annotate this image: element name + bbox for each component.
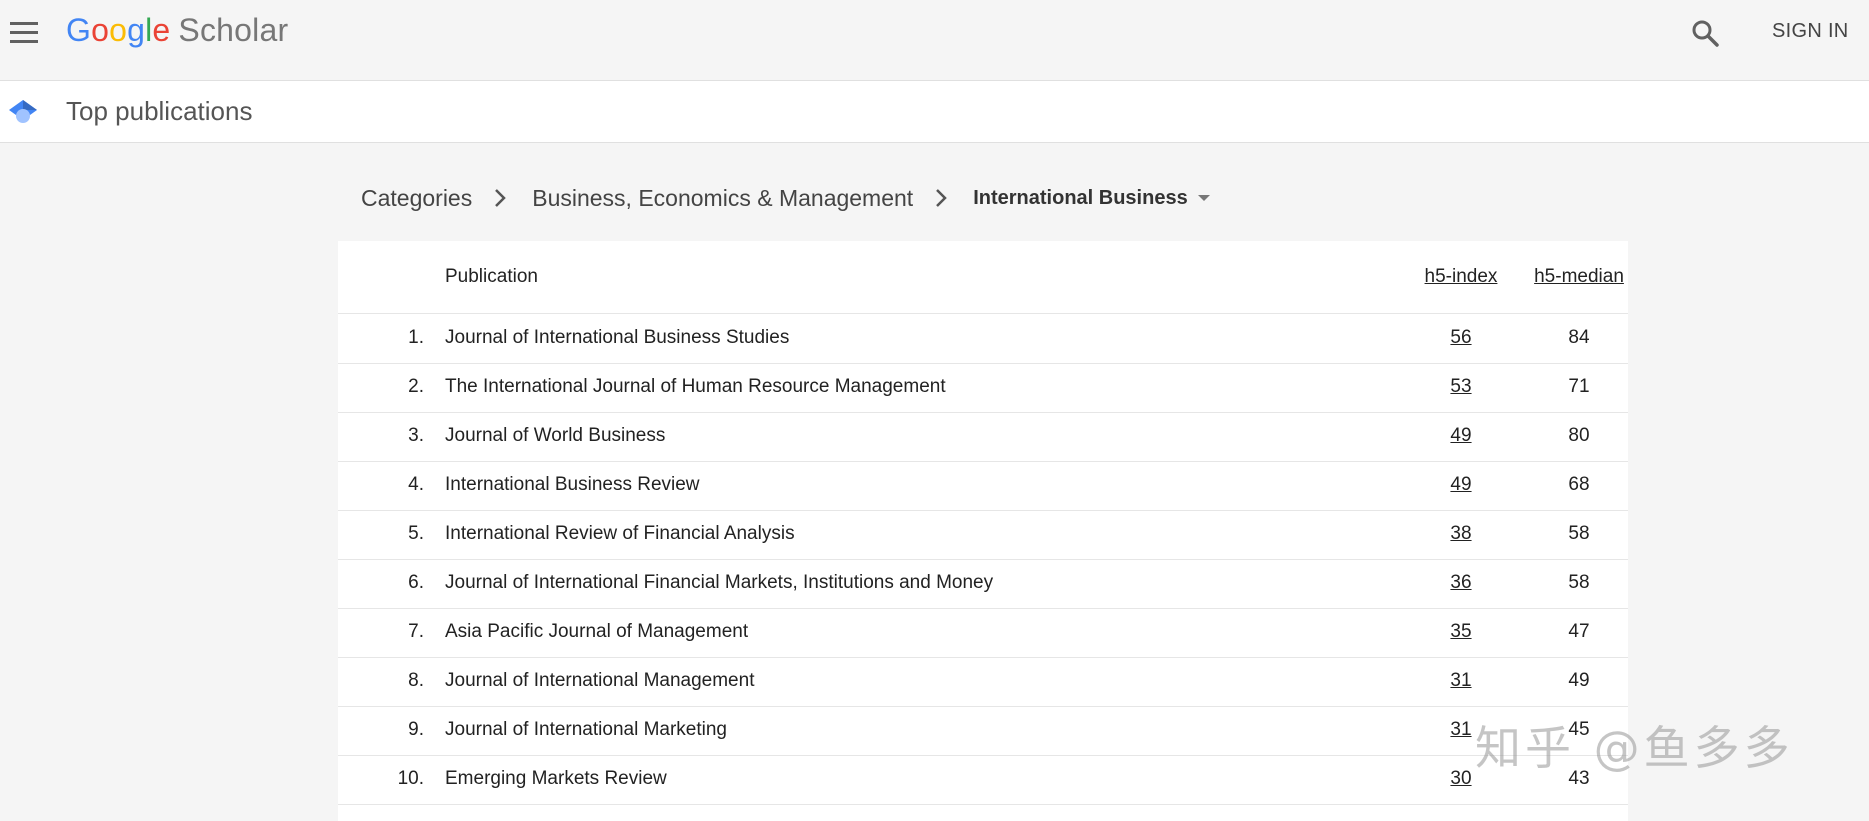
logo-letter: e <box>152 12 171 48</box>
row-rank: 7. <box>408 621 424 642</box>
row-rank: 5. <box>408 523 424 544</box>
row-rank: 2. <box>408 376 424 397</box>
h5-median-value: 84 <box>1568 327 1590 348</box>
h5-index-link[interactable]: 38 <box>1406 523 1516 545</box>
h5-median-value: 80 <box>1568 425 1590 446</box>
page-header: Top publications <box>0 81 1869 143</box>
h5-index-link[interactable]: 31 <box>1406 670 1516 692</box>
publications-table: Publication h5-index h5-median 1. Journa… <box>338 241 1628 821</box>
h5-index-link[interactable]: 30 <box>1406 768 1516 790</box>
h5-median-value: 43 <box>1568 768 1590 789</box>
publication-name: Journal of International Management <box>445 670 755 691</box>
table-row: 1. Journal of International Business Stu… <box>338 314 1628 364</box>
row-rank: 10. <box>397 768 424 789</box>
publication-name: The International Journal of Human Resou… <box>445 376 946 397</box>
publication-name: Journal of International Marketing <box>445 719 727 740</box>
h5-median-value: 45 <box>1568 719 1590 740</box>
google-scholar-logo[interactable]: Google Scholar <box>66 10 288 50</box>
publication-name: Asia Pacific Journal of Management <box>445 621 749 642</box>
h5-index-link[interactable]: 53 <box>1406 376 1516 398</box>
h5-index-link[interactable]: 36 <box>1406 572 1516 594</box>
logo-letter: G <box>66 12 92 48</box>
breadcrumb-categories[interactable]: Categories <box>361 185 472 212</box>
breadcrumb-current-dropdown[interactable]: International Business <box>973 187 1210 210</box>
column-header-h5-median[interactable]: h5-median <box>1514 266 1644 288</box>
table-row: 5. International Review of Financial Ana… <box>338 510 1628 560</box>
table-row: 7. Asia Pacific Journal of Management 35… <box>338 608 1628 658</box>
row-rank: 3. <box>408 425 424 446</box>
row-rank: 4. <box>408 474 424 495</box>
publication-name: International Business Review <box>445 474 700 495</box>
publication-name: Journal of World Business <box>445 425 666 446</box>
h5-median-value: 49 <box>1568 670 1590 691</box>
top-app-bar: Google Scholar SIGN IN <box>0 0 1869 81</box>
page-title: Top publications <box>66 96 253 126</box>
table-row: 8. Journal of International Management 3… <box>338 657 1628 707</box>
h5-median-value: 68 <box>1568 474 1590 495</box>
column-header-publication: Publication <box>445 266 538 287</box>
logo-letter: o <box>109 12 128 48</box>
publication-name: Journal of International Financial Marke… <box>445 572 994 593</box>
h5-index-link[interactable]: 49 <box>1406 425 1516 447</box>
table-row: 9. Journal of International Marketing 31… <box>338 706 1628 756</box>
publication-name: Journal of International Business Studie… <box>445 327 790 348</box>
breadcrumb-business-economics[interactable]: Business, Economics & Management <box>532 185 913 212</box>
publication-name: International Review of Financial Analys… <box>445 523 795 544</box>
hamburger-menu-icon[interactable] <box>8 18 40 46</box>
h5-median-value: 58 <box>1568 523 1590 544</box>
h5-index-link[interactable]: 56 <box>1406 327 1516 349</box>
logo-scholar-text: Scholar <box>178 12 289 48</box>
h5-median-value: 47 <box>1568 621 1590 642</box>
row-rank: 6. <box>408 572 424 593</box>
column-header-h5-index[interactable]: h5-index <box>1406 266 1516 288</box>
row-rank: 8. <box>408 670 424 691</box>
h5-index-link[interactable]: 31 <box>1406 719 1516 741</box>
dropdown-arrow-icon <box>1197 195 1210 201</box>
breadcrumb-current-label: International Business <box>973 186 1188 209</box>
row-rank: 1. <box>408 327 424 348</box>
table-row: 10. Emerging Markets Review 30 43 <box>338 755 1628 805</box>
breadcrumb: Categories Business, Economics & Managem… <box>361 180 1210 216</box>
logo-letter: o <box>91 12 110 48</box>
h5-median-value: 58 <box>1568 572 1590 593</box>
row-rank: 9. <box>408 719 424 740</box>
table-row: 4. International Business Review 49 68 <box>338 461 1628 511</box>
chevron-right-icon <box>913 186 973 210</box>
logo-letter: g <box>127 12 146 48</box>
sign-in-button[interactable]: SIGN IN <box>1772 20 1849 43</box>
table-row: 2. The International Journal of Human Re… <box>338 363 1628 413</box>
table-row: 3. Journal of World Business 49 80 <box>338 412 1628 462</box>
h5-index-link[interactable]: 49 <box>1406 474 1516 496</box>
publication-name: Emerging Markets Review <box>445 768 667 789</box>
table-row: 6. Journal of International Financial Ma… <box>338 559 1628 609</box>
scholar-cap-icon <box>8 96 38 126</box>
h5-index-link[interactable]: 35 <box>1406 621 1516 643</box>
h5-median-value: 71 <box>1568 376 1590 397</box>
search-icon[interactable] <box>1690 18 1720 48</box>
table-header-row: Publication h5-index h5-median <box>338 241 1628 314</box>
chevron-right-icon <box>472 186 532 210</box>
